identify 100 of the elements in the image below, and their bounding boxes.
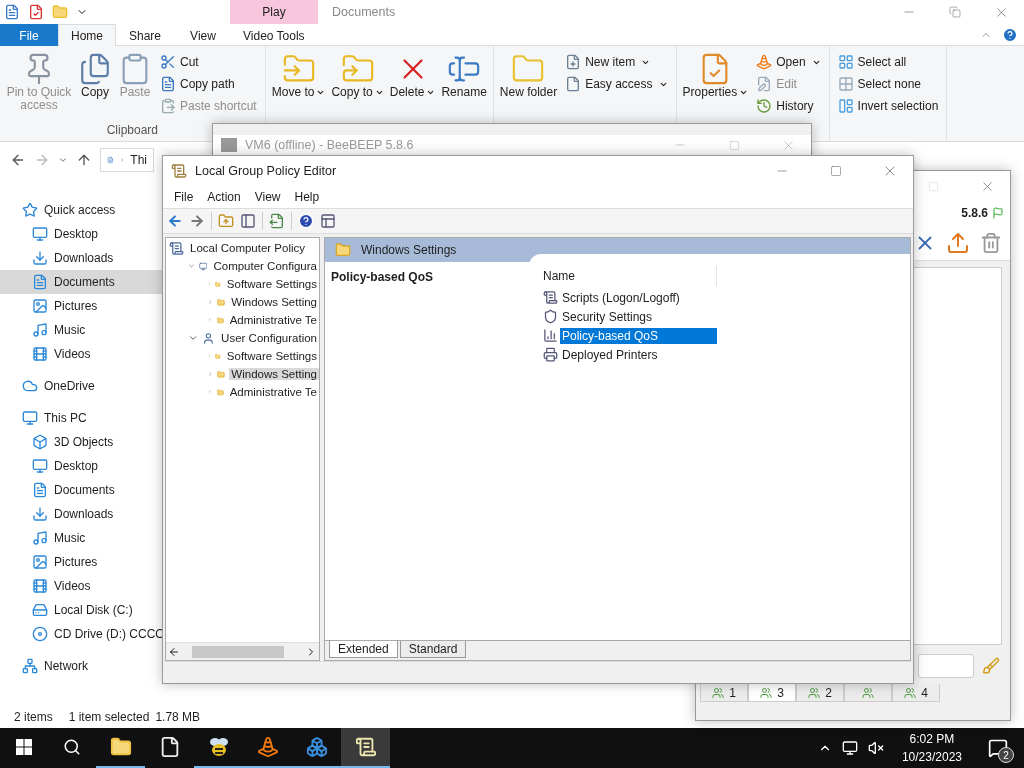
ribbon-tab[interactable]: View <box>174 24 232 46</box>
ribbon-button[interactable]: Open <box>756 52 821 72</box>
header-title: Windows Settings <box>361 243 457 257</box>
tree-item[interactable]: Windows Setting <box>166 365 319 383</box>
ribbon-button[interactable]: Properties <box>680 50 751 123</box>
document-icon <box>32 274 48 290</box>
help-icon[interactable] <box>1002 26 1018 43</box>
chat-tab[interactable] <box>844 684 892 702</box>
nav-item[interactable]: OneDrive <box>0 374 165 398</box>
scroll-left-icon[interactable] <box>168 645 180 658</box>
tree-item[interactable]: Local Computer Policy <box>166 239 319 257</box>
tree-item[interactable]: Software Settings <box>166 347 319 365</box>
message-field[interactable] <box>918 654 974 678</box>
breadcrumb[interactable]: Thi <box>130 153 147 167</box>
chat-tab[interactable]: 3 <box>748 684 796 702</box>
ribbon-button[interactable]: Move to <box>269 50 328 123</box>
ribbon-button[interactable]: Select none <box>837 74 939 94</box>
column-header[interactable]: Name <box>543 266 717 286</box>
back-icon[interactable] <box>167 213 183 229</box>
nav-item[interactable]: Desktop <box>0 222 165 246</box>
cube-icon <box>32 434 48 450</box>
menu-item[interactable]: Action <box>200 190 248 204</box>
scroll-thumb[interactable] <box>192 645 284 658</box>
nav-item[interactable]: Pictures <box>0 294 165 318</box>
view-tab[interactable]: Standard <box>399 641 467 658</box>
nav-item[interactable]: Music <box>0 318 165 342</box>
list-item[interactable]: Security Settings <box>543 307 717 326</box>
ribbon-button[interactable]: Invert selection <box>837 96 939 116</box>
document-icon[interactable] <box>4 4 20 20</box>
list-item[interactable]: Deployed Printers <box>543 345 717 364</box>
tree-item[interactable]: Software Settings <box>166 275 319 293</box>
ribbon-button[interactable]: Copy path <box>160 74 257 94</box>
tree-toggle-icon[interactable] <box>240 213 256 229</box>
flag-icon <box>992 207 1004 219</box>
list-item[interactable]: Scripts (Logon/Logoff) <box>543 288 717 307</box>
ribbon-tab[interactable]: Video Tools <box>232 24 316 46</box>
nav-item[interactable]: Music <box>0 526 165 550</box>
ribbon-button[interactable]: New item <box>565 52 668 72</box>
back-icon[interactable] <box>10 152 26 168</box>
ribbon-button[interactable]: History <box>756 96 821 116</box>
tree-item[interactable]: Administrative Te <box>166 311 319 329</box>
nav-item[interactable]: Downloads <box>0 246 165 270</box>
chat-tab[interactable]: 2 <box>796 684 844 702</box>
check-document-icon[interactable] <box>28 4 44 20</box>
nav-item[interactable]: 3D Objects <box>0 430 165 454</box>
ribbon-button[interactable]: Select all <box>837 52 939 72</box>
tree-item[interactable]: Windows Setting <box>166 293 319 311</box>
ribbon-button[interactable]: New folder <box>497 50 560 123</box>
menu-item[interactable]: File <box>167 190 201 204</box>
view-tab[interactable]: Extended <box>329 641 398 658</box>
maximize-icon[interactable] <box>728 139 740 151</box>
nav-item[interactable]: Videos <box>0 574 165 598</box>
recent-icon[interactable] <box>58 155 68 165</box>
ribbon-tab[interactable]: Home <box>58 24 116 46</box>
menu-item[interactable]: View <box>247 190 288 204</box>
network-icon[interactable] <box>841 740 858 756</box>
menu-item[interactable]: Help <box>287 190 327 204</box>
nav-item[interactable]: Documents <box>0 270 165 294</box>
forward-icon[interactable] <box>34 152 50 168</box>
upload-icon[interactable] <box>946 230 970 255</box>
chat-tab[interactable]: 1 <box>700 684 748 702</box>
ribbon-button[interactable]: Cut <box>160 52 257 72</box>
folder-icon[interactable] <box>52 4 68 20</box>
taskbar-app[interactable] <box>341 728 390 768</box>
ribbon-button[interactable]: Rename <box>439 50 489 123</box>
nav-item[interactable]: Local Disk (C:) <box>0 598 165 622</box>
nav-item[interactable]: Downloads <box>0 502 165 526</box>
folder-up-icon[interactable] <box>218 213 234 229</box>
ribbon-button[interactable]: Easy access <box>565 74 668 94</box>
star-icon <box>22 202 38 218</box>
chat-tab[interactable]: 4 <box>892 684 940 702</box>
grid-icon <box>837 54 854 70</box>
ribbon-button[interactable]: Copy to <box>329 50 386 123</box>
picture-icon <box>32 554 48 570</box>
nav-item[interactable]: Desktop <box>0 454 165 478</box>
help-icon[interactable] <box>298 213 314 229</box>
trash-icon[interactable] <box>980 231 1002 254</box>
brush-icon[interactable] <box>982 657 1000 675</box>
muted-speaker-icon[interactable] <box>867 740 884 756</box>
ribbon-tab[interactable]: File <box>0 24 58 46</box>
notifications-button[interactable]: 2 <box>980 733 1016 763</box>
nav-item[interactable]: Network <box>0 654 165 678</box>
nav-item[interactable]: Videos <box>0 342 165 366</box>
ribbon-button[interactable]: Copy <box>76 50 114 123</box>
nav-item[interactable]: This PC <box>0 406 165 430</box>
users-icon <box>808 686 821 699</box>
tree-item[interactable]: Computer Configura <box>166 257 319 275</box>
console-icon[interactable] <box>320 213 336 229</box>
address-bar[interactable]: Thi <box>100 148 154 172</box>
forward-icon[interactable] <box>189 213 205 229</box>
ribbon-tab[interactable]: Share <box>116 24 174 46</box>
nav-item[interactable]: Documents <box>0 478 165 502</box>
nav-item[interactable]: Quick access <box>0 198 165 222</box>
export-icon[interactable] <box>269 213 285 229</box>
clock[interactable]: 6:02 PM 10/23/2023 <box>893 730 970 766</box>
nav-item[interactable]: Pictures <box>0 550 165 574</box>
tree-item[interactable]: User Configuration <box>166 329 319 347</box>
tree-item[interactable]: Administrative Te <box>166 383 319 401</box>
up-icon[interactable] <box>76 152 92 168</box>
ribbon-button[interactable]: Delete <box>387 50 438 123</box>
